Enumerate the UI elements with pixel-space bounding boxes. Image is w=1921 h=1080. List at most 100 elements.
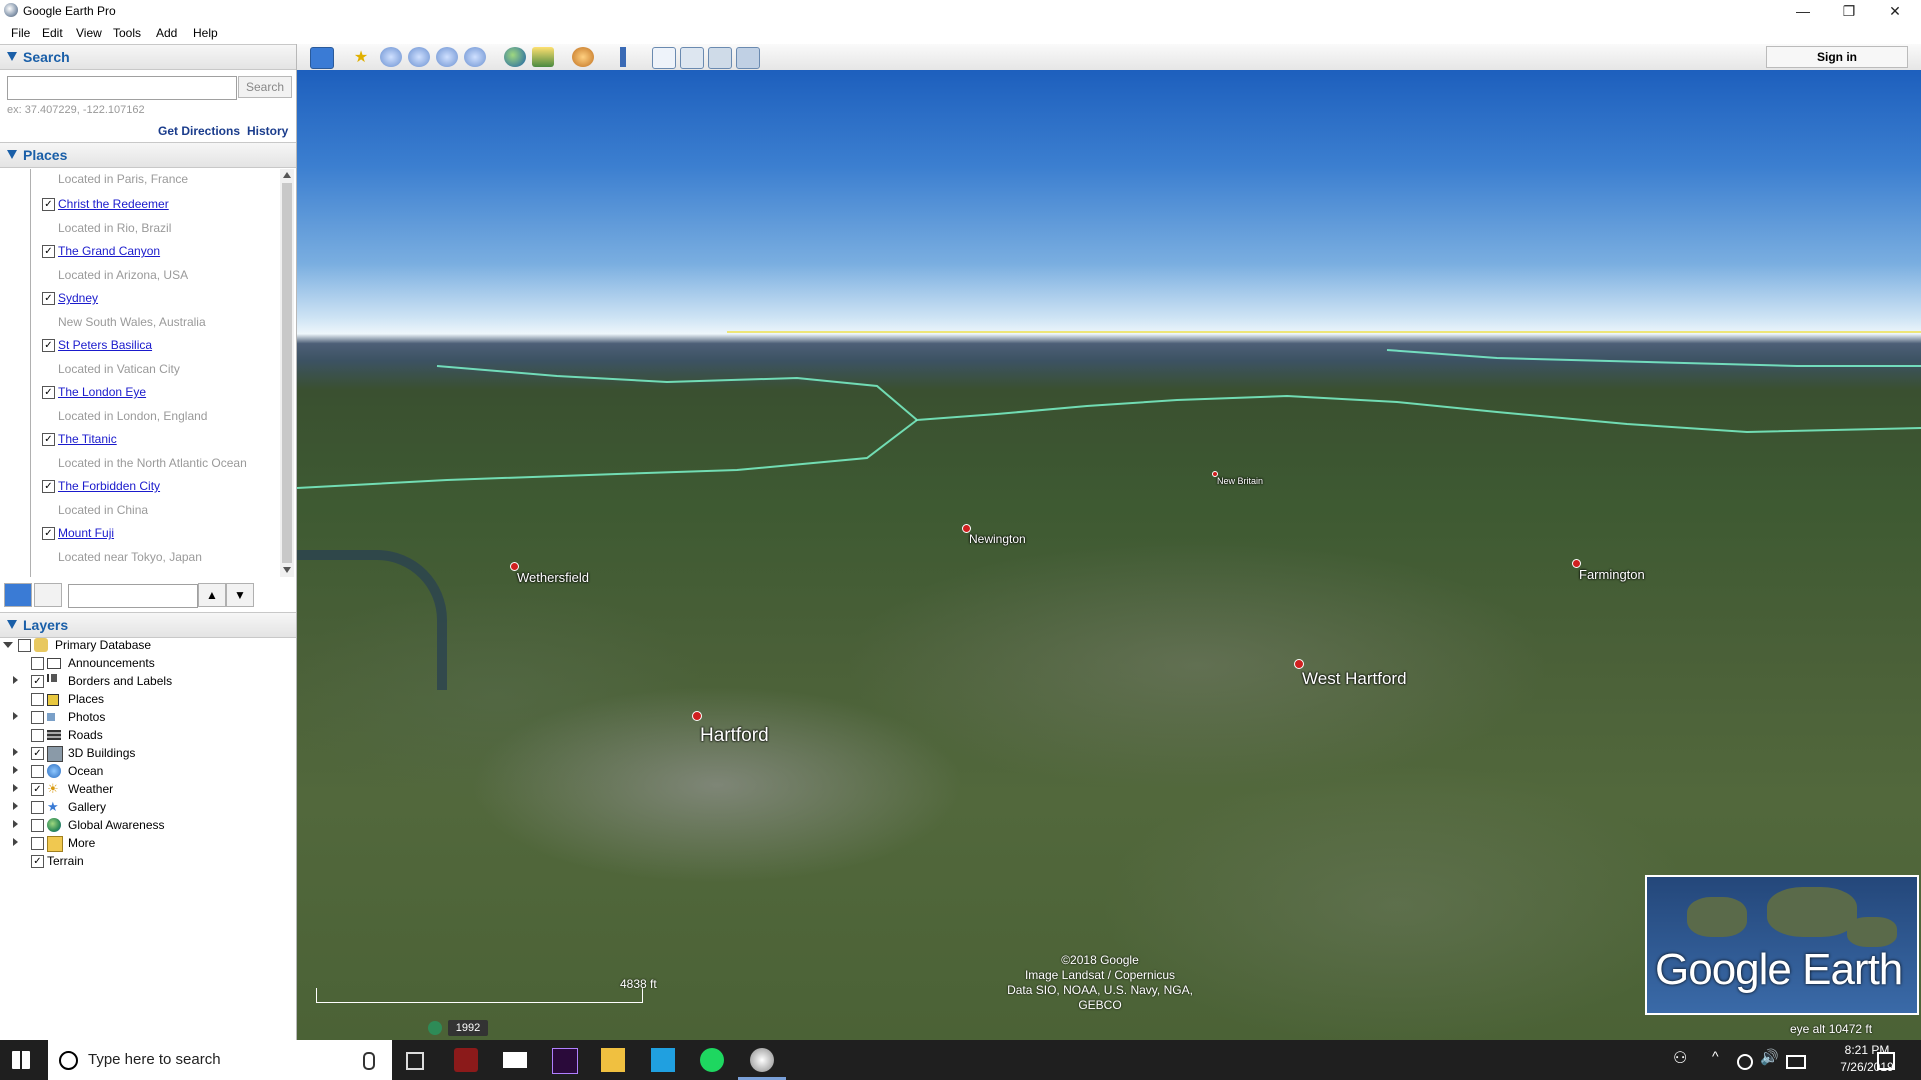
windows-start-icon[interactable] <box>12 1051 30 1069</box>
game-app-icon[interactable] <box>454 1048 478 1072</box>
menu-view[interactable]: View <box>76 26 102 40</box>
layer-checkbox[interactable] <box>18 639 31 652</box>
layer-item[interactable]: Photos <box>0 708 296 726</box>
taskbar-search-box[interactable]: Type here to search <box>48 1040 392 1080</box>
layer-checkbox[interactable] <box>31 801 44 814</box>
place-link[interactable]: The Titanic <box>58 432 117 446</box>
print-icon[interactable] <box>680 47 704 69</box>
place-checkbox[interactable]: ✓ <box>42 198 55 211</box>
town-label[interactable]: West Hartford <box>1294 659 1407 689</box>
places-section-header[interactable]: Places <box>0 142 296 168</box>
place-item[interactable]: New South Wales, Australia ✓ St Peters B… <box>0 310 280 357</box>
move-up-icon[interactable]: ▲ <box>198 583 226 607</box>
scrollbar-thumb[interactable] <box>282 183 292 563</box>
places-scrollbar[interactable] <box>280 169 294 577</box>
expand-icon[interactable] <box>13 802 18 810</box>
layer-checkbox[interactable]: ✓ <box>31 675 44 688</box>
record-tour-icon[interactable] <box>464 47 486 67</box>
layer-item[interactable]: More <box>0 834 296 852</box>
layer-checkbox[interactable]: ✓ <box>31 855 44 868</box>
add-placemark-icon[interactable]: ★ <box>350 47 372 67</box>
place-item[interactable]: Located in Vatican City ✓ The London Eye <box>0 357 280 404</box>
save-image-icon[interactable] <box>708 47 732 69</box>
layer-checkbox[interactable] <box>31 819 44 832</box>
expand-icon[interactable] <box>3 642 13 648</box>
menu-help[interactable]: Help <box>193 26 218 40</box>
ruler-icon[interactable] <box>612 47 634 67</box>
premiere-icon[interactable] <box>552 1048 578 1074</box>
mail-icon[interactable] <box>503 1052 527 1068</box>
layer-item[interactable]: Global Awareness <box>0 816 296 834</box>
place-item[interactable]: Located in Arizona, USA ✓ Sydney <box>0 263 280 310</box>
layer-item[interactable]: ✓ 3D Buildings <box>0 744 296 762</box>
place-link[interactable]: St Peters Basilica <box>58 338 152 352</box>
spotify-icon[interactable] <box>700 1048 724 1072</box>
town-label[interactable]: New Britain <box>1212 471 1263 486</box>
place-item[interactable]: Located in London, England ✓ The Titanic <box>0 404 280 451</box>
place-checkbox[interactable]: ✓ <box>42 245 55 258</box>
layer-item[interactable]: Ocean <box>0 762 296 780</box>
taskbar-clock[interactable]: 8:21 PM 7/26/2019 <box>1832 1042 1902 1076</box>
place-item[interactable]: Located in China ✓ Mount Fuji <box>0 498 280 545</box>
file-explorer-icon[interactable] <box>601 1048 625 1072</box>
layer-checkbox[interactable] <box>31 693 44 706</box>
scroll-up-icon[interactable] <box>283 172 291 178</box>
people-icon[interactable]: ⚇ <box>1673 1048 1693 1072</box>
show-hidden-icons-chevron-icon[interactable]: ^ <box>1712 1048 1726 1072</box>
places-filter-input[interactable] <box>68 584 198 608</box>
place-link[interactable]: The Forbidden City <box>58 479 160 493</box>
volume-icon[interactable]: 🔊 <box>1760 1048 1779 1072</box>
expand-icon[interactable] <box>13 748 18 756</box>
layers-section-header[interactable]: Layers <box>0 612 296 638</box>
menu-edit[interactable]: Edit <box>42 26 63 40</box>
place-link[interactable]: The London Eye <box>58 385 146 399</box>
sunlight-icon[interactable] <box>532 47 554 67</box>
sign-in-button[interactable]: Sign in <box>1766 46 1908 68</box>
town-label[interactable]: Wethersfield <box>510 562 589 585</box>
place-checkbox[interactable]: ✓ <box>42 386 55 399</box>
place-checkbox[interactable]: ✓ <box>42 527 55 540</box>
expand-icon[interactable] <box>13 676 18 684</box>
layer-checkbox[interactable]: ✓ <box>31 747 44 760</box>
place-checkbox[interactable]: ✓ <box>42 292 55 305</box>
add-polygon-icon[interactable] <box>380 47 402 67</box>
layer-item[interactable]: Primary Database <box>0 636 296 654</box>
email-icon[interactable] <box>652 47 676 69</box>
place-link[interactable]: The Grand Canyon <box>58 244 160 258</box>
historical-imagery-icon[interactable] <box>504 47 526 67</box>
place-link[interactable]: Sydney <box>58 291 98 305</box>
place-checkbox[interactable]: ✓ <box>42 339 55 352</box>
view-in-maps-icon[interactable] <box>736 47 760 69</box>
place-checkbox[interactable]: ✓ <box>42 433 55 446</box>
town-label[interactable]: Newington <box>962 524 1026 546</box>
layer-item[interactable]: ★ Gallery <box>0 798 296 816</box>
place-link[interactable]: Christ the Redeemer <box>58 197 169 211</box>
menu-add[interactable]: Add <box>156 26 177 40</box>
scroll-down-icon[interactable] <box>283 567 291 573</box>
layer-checkbox[interactable]: ✓ <box>31 783 44 796</box>
overview-map[interactable]: Google Earth <box>1645 875 1919 1015</box>
layer-checkbox[interactable] <box>31 765 44 778</box>
place-item[interactable]: ✓ Christ the Redeemer <box>0 169 280 216</box>
place-link[interactable]: Mount Fuji <box>58 526 114 540</box>
layer-checkbox[interactable] <box>31 711 44 724</box>
search-input[interactable] <box>7 76 237 100</box>
add-overlay-icon[interactable] <box>436 47 458 67</box>
place-checkbox[interactable]: ✓ <box>42 480 55 493</box>
expand-icon[interactable] <box>13 712 18 720</box>
layer-item[interactable]: Places <box>0 690 296 708</box>
history-link[interactable]: History <box>247 124 288 138</box>
expand-icon[interactable] <box>13 838 18 846</box>
record-icon[interactable] <box>1737 1054 1753 1070</box>
layer-item[interactable]: Announcements <box>0 654 296 672</box>
close-button[interactable]: ✕ <box>1872 0 1918 22</box>
task-view-icon[interactable] <box>406 1052 424 1070</box>
planets-icon[interactable] <box>572 47 594 67</box>
sidebar-toggle-icon[interactable] <box>310 47 334 69</box>
layer-item[interactable]: ✓ Terrain <box>0 852 296 870</box>
expand-icon[interactable] <box>13 766 18 774</box>
google-earth-taskbar-icon[interactable] <box>750 1048 774 1072</box>
town-label[interactable]: Hartford <box>692 711 769 747</box>
microphone-icon[interactable] <box>363 1052 375 1070</box>
layer-checkbox[interactable] <box>31 729 44 742</box>
